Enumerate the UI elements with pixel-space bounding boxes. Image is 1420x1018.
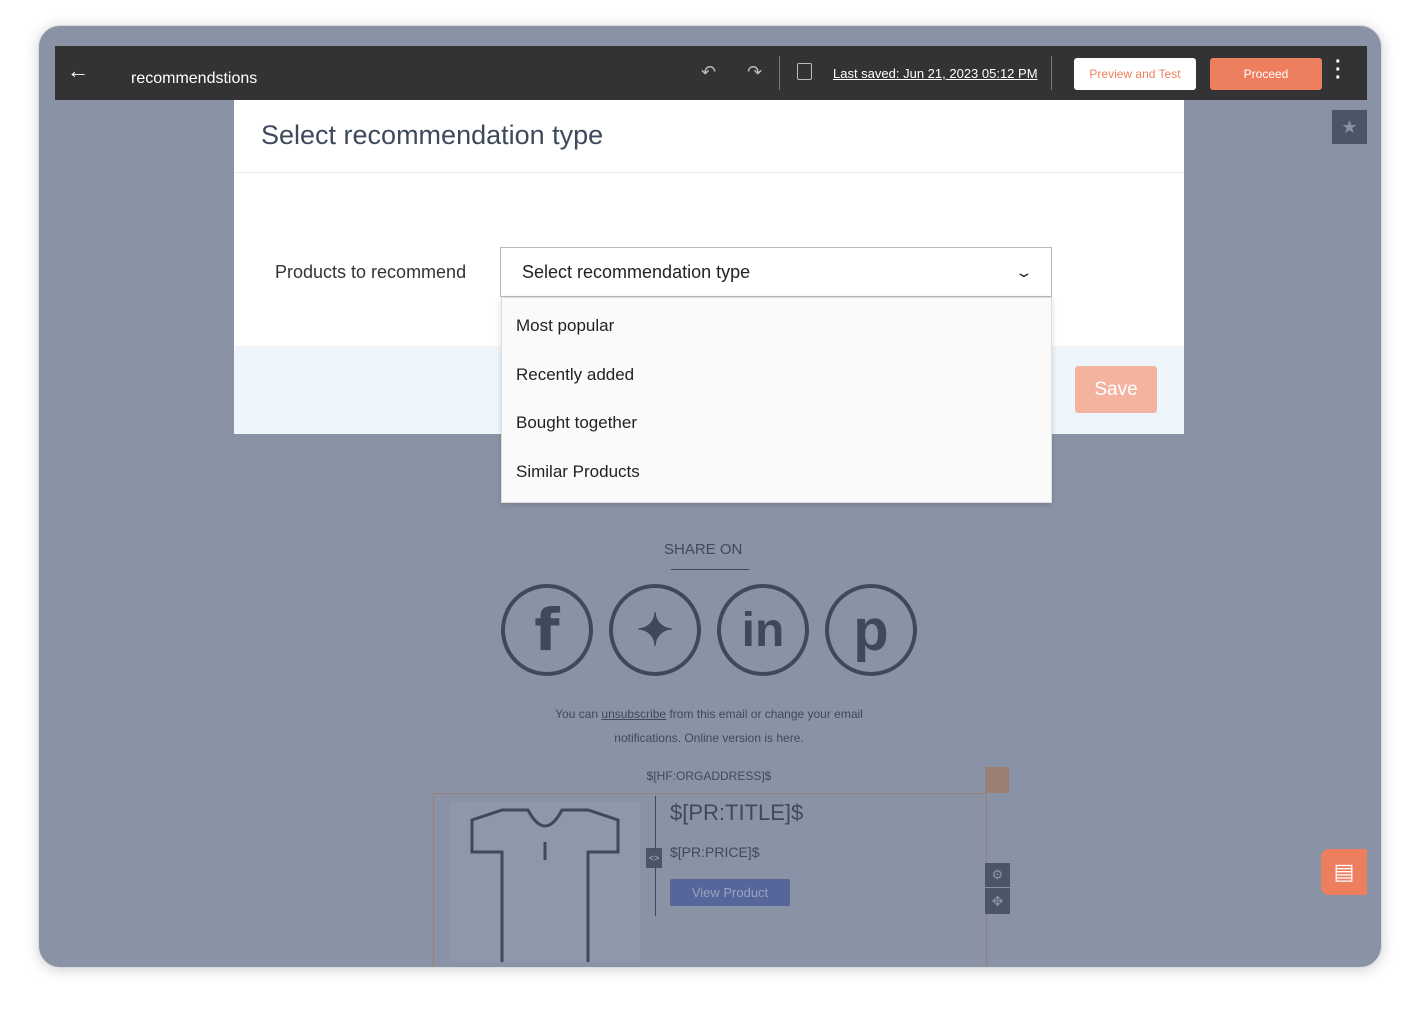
- products-to-recommend-label: Products to recommend: [275, 262, 467, 282]
- unsubscribe-link[interactable]: unsubscribe: [601, 707, 666, 721]
- modal-title: Select recommendation type: [261, 120, 604, 150]
- chevron-down-icon: ⌄: [1014, 263, 1034, 280]
- tshirt-icon: [470, 808, 620, 962]
- campaign-title: recommendstions: [131, 70, 258, 87]
- footer-text: from this email or change your email: [666, 707, 863, 721]
- product-title: $[PR:TITLE]$: [670, 800, 804, 825]
- view-product-button[interactable]: View Product: [670, 879, 790, 906]
- column-settings-icon[interactable]: [985, 767, 1009, 793]
- option-similar-products[interactable]: Similar Products: [502, 448, 1051, 497]
- more-options-icon[interactable]: · · ·: [1335, 52, 1342, 88]
- divider: [671, 569, 749, 570]
- linkedin-icon[interactable]: in: [717, 584, 809, 676]
- proceed-button[interactable]: Proceed: [1210, 58, 1322, 90]
- facebook-icon[interactable]: f: [501, 584, 593, 676]
- recommendation-type-dropdown[interactable]: Select recommendation type ⌄: [500, 247, 1052, 297]
- move-icon[interactable]: ✥: [985, 888, 1010, 914]
- divider: [1051, 56, 1052, 90]
- footer-text: You can: [555, 707, 602, 721]
- option-recently-added[interactable]: Recently added: [502, 351, 1051, 400]
- undo-icon[interactable]: ↶: [701, 62, 716, 83]
- dropdown-menu: Most popular Recently added Bought toget…: [501, 297, 1052, 503]
- redo-icon[interactable]: ↷: [747, 62, 762, 83]
- twitter-icon[interactable]: ✦: [609, 584, 701, 676]
- last-saved-link[interactable]: Last saved: Jun 21, 2023 05:12 PM: [833, 66, 1038, 81]
- gear-icon[interactable]: ⚙: [985, 863, 1010, 887]
- divider: [779, 56, 780, 90]
- email-footer-text: You can unsubscribe from this email or c…: [459, 702, 959, 750]
- share-on-heading: SHARE ON: [664, 541, 743, 558]
- chat-icon[interactable]: ▤: [1321, 849, 1367, 895]
- org-address: $[HF:ORGADDRESS]$: [646, 769, 772, 783]
- code-icon[interactable]: <>: [646, 848, 662, 868]
- preview-and-test-button[interactable]: Preview and Test: [1074, 58, 1196, 90]
- star-icon[interactable]: ★: [1332, 110, 1367, 144]
- pinterest-icon[interactable]: p: [825, 584, 917, 676]
- back-arrow-icon[interactable]: ←: [67, 58, 89, 84]
- option-bought-together[interactable]: Bought together: [502, 399, 1051, 448]
- tshirt-image: [450, 802, 640, 962]
- footer-text: notifications. Online version is here.: [614, 731, 804, 745]
- save-button[interactable]: Save: [1075, 366, 1157, 413]
- product-price: $[PR:PRICE]$: [670, 844, 760, 860]
- dropdown-value: Select recommendation type: [522, 261, 751, 282]
- divider: [234, 172, 1184, 173]
- save-icon[interactable]: [797, 63, 812, 80]
- product-block[interactable]: <> $[PR:TITLE]$ $[PR:PRICE]$ View Produc…: [433, 793, 987, 967]
- top-bar: ← recommendstions ↶ ↷ Last saved: Jun 21…: [55, 46, 1367, 100]
- option-most-popular[interactable]: Most popular: [502, 302, 1051, 351]
